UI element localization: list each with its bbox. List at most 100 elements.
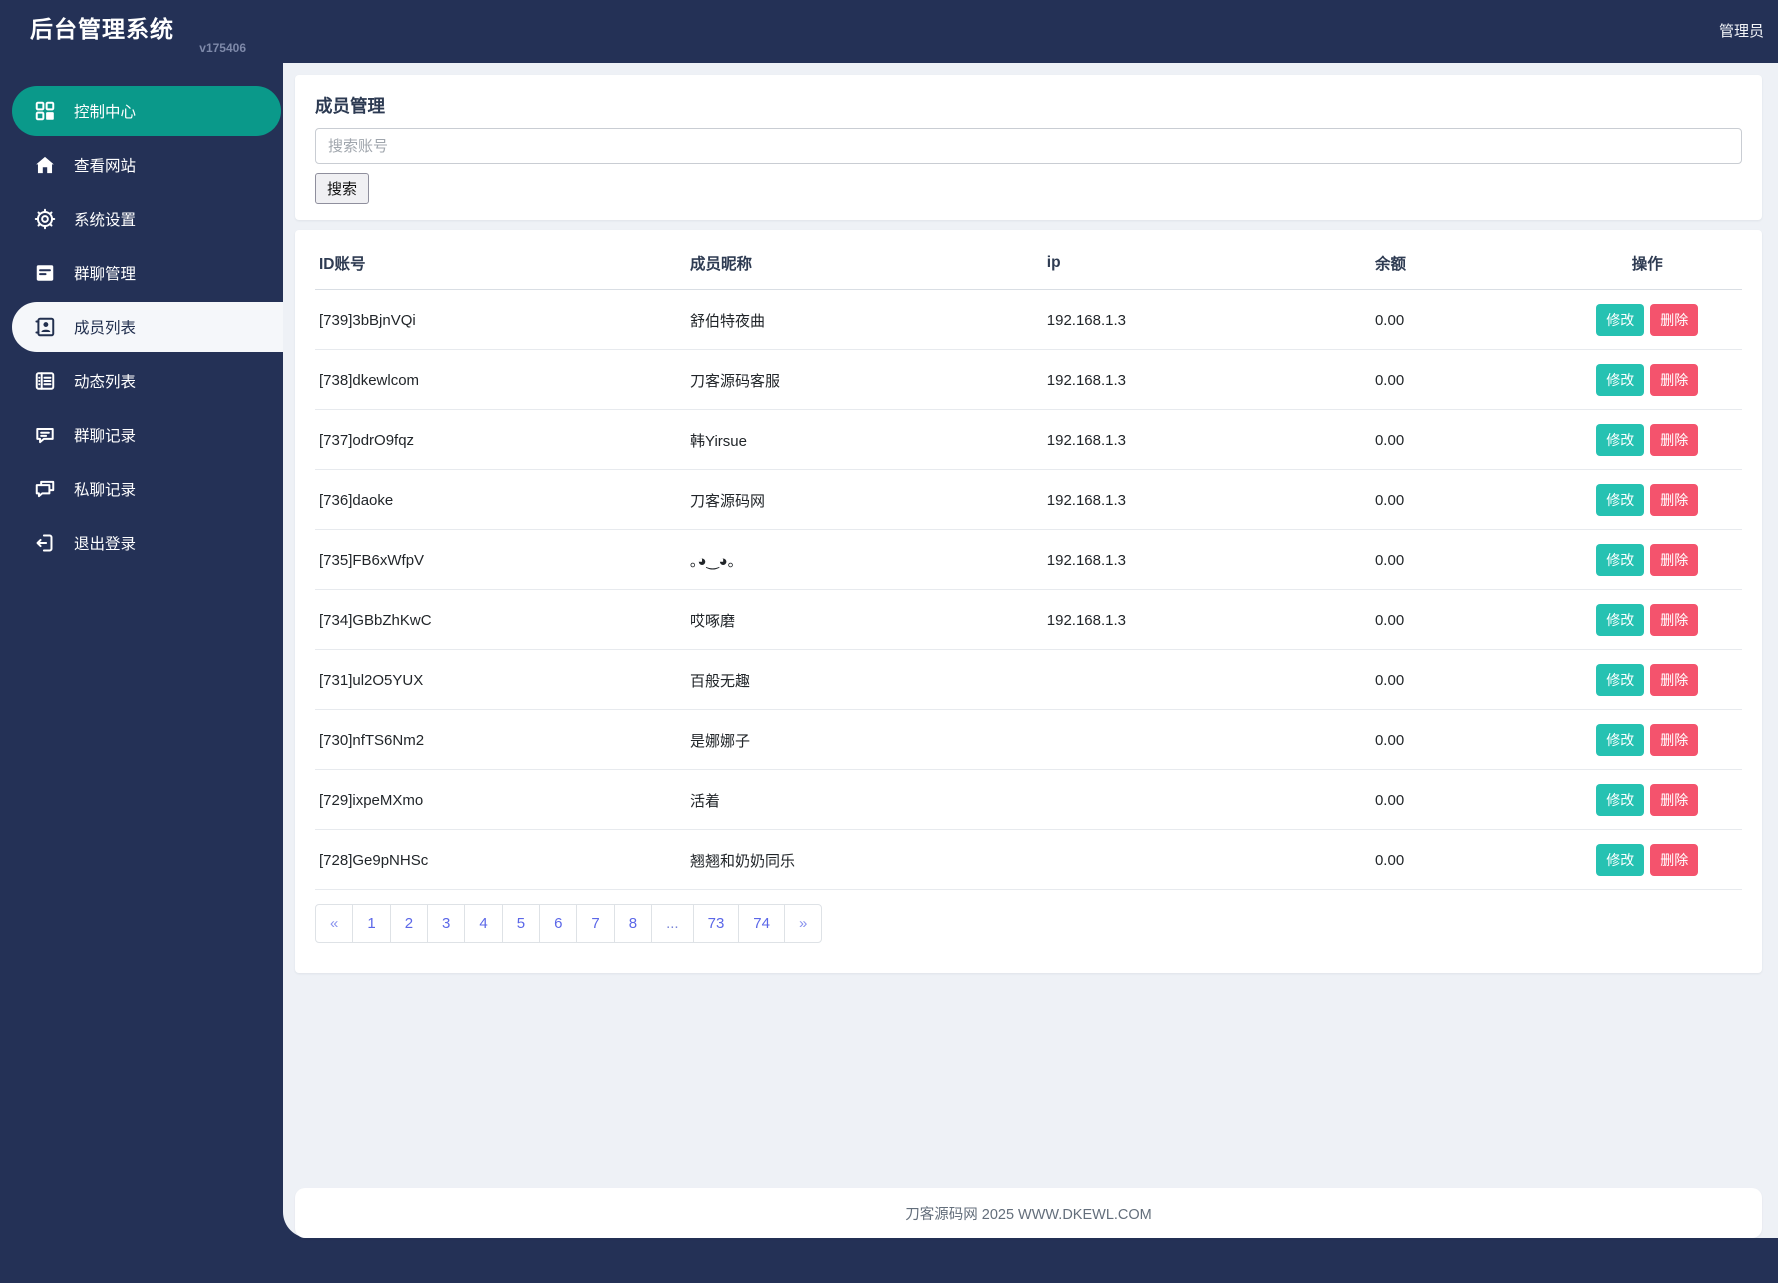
row-actions: 修改 删除 [1556,769,1742,830]
sidebar-item-gear[interactable]: 系统设置 [12,194,281,244]
member-id: [728]Ge9pNHSc [315,829,687,890]
member-nickname: 是娜娜子 [686,709,1043,770]
delete-button[interactable]: 删除 [1650,784,1699,816]
delete-button[interactable]: 删除 [1650,364,1699,396]
table-row: [739]3bBjnVQi 舒伯特夜曲 192.168.1.3 0.00 修改 删除 [315,289,1742,350]
app-title: 后台管理系统 [30,16,174,42]
app-version: v175406 [199,41,246,55]
member-ip [1042,649,1371,710]
main-content: 成员管理 搜索 ID账号 成员昵称 ip 余额 操作 [739]3bBjnVQi… [283,63,1778,1238]
sidebar-item-chat-double[interactable]: 私聊记录 [12,464,281,514]
sidebar-item-member-card[interactable]: 成员列表 [12,302,283,352]
member-nickname: 韩Yirsue [686,409,1043,470]
row-actions: 修改 删除 [1556,829,1742,890]
col-header-id: ID账号 [315,236,687,290]
edit-button[interactable]: 修改 [1596,484,1645,516]
member-ip: 192.168.1.3 [1042,589,1371,650]
page-link-5[interactable]: 5 [501,904,541,943]
member-ip [1042,829,1371,890]
sidebar-item-logout[interactable]: 退出登录 [12,518,281,568]
member-nickname: 活着 [686,769,1043,830]
row-actions: 修改 删除 [1556,349,1742,410]
sidebar-item-home[interactable]: 查看网站 [12,140,281,190]
sidebar-item-grid[interactable]: 控制中心 [12,86,281,136]
edit-button[interactable]: 修改 [1596,844,1645,876]
page-link-3[interactable]: 3 [427,904,466,943]
member-search-card: 成员管理 搜索 [295,75,1762,220]
member-balance: 0.00 [1370,649,1557,710]
member-nickname: 百般无趣 [686,649,1043,710]
sidebar-item-chat-lines[interactable]: 群聊记录 [12,410,281,460]
member-balance: 0.00 [1370,589,1557,650]
sidebar-item-label: 退出登录 [74,536,137,553]
member-balance: 0.00 [1370,709,1557,770]
page-next[interactable]: » [783,904,823,943]
pagination: «1 2 3 4 5 6 7 8... 73 74» [315,904,823,943]
row-actions: 修改 删除 [1556,709,1742,770]
member-nickname: ｡◕‿◕｡ [686,529,1043,590]
member-balance: 0.00 [1370,409,1557,470]
member-id: [734]GBbZhKwC [315,589,687,650]
page-prev[interactable]: « [315,904,354,943]
table-row: [729]ixpeMXmo 活着 0.00 修改 删除 [315,769,1742,830]
sidebar-item-list[interactable]: 动态列表 [12,356,281,406]
sidebar-item-label: 群聊管理 [74,266,137,283]
table-row: [736]daoke 刀客源码网 192.168.1.3 0.00 修改 删除 [315,469,1742,530]
delete-button[interactable]: 删除 [1650,424,1699,456]
member-balance: 0.00 [1370,289,1557,350]
member-ip: 192.168.1.3 [1042,409,1371,470]
member-id: [738]dkewlcom [315,349,687,410]
search-button[interactable]: 搜索 [315,173,370,204]
sidebar-item-label: 动态列表 [74,374,137,391]
delete-button[interactable]: 删除 [1650,544,1699,576]
table-row: [728]Ge9pNHSc 翘翘和奶奶同乐 0.00 修改 删除 [315,829,1742,890]
delete-button[interactable]: 删除 [1650,604,1699,636]
member-card-icon [34,316,56,338]
col-header-nickname: 成员昵称 [686,236,1043,290]
member-id: [739]3bBjnVQi [315,289,687,350]
logout-icon [34,532,56,554]
member-table-card: ID账号 成员昵称 ip 余额 操作 [739]3bBjnVQi 舒伯特夜曲 192… [295,230,1762,973]
member-nickname: 刀客源码客服 [686,349,1043,410]
delete-button[interactable]: 删除 [1650,724,1699,756]
edit-button[interactable]: 修改 [1596,664,1645,696]
footer-text: 刀客源码网 2025 WWW.DKEWL.COM [905,1206,1152,1223]
col-header-ip: ip [1042,236,1371,290]
member-nickname: 舒伯特夜曲 [686,289,1043,350]
current-user[interactable]: 管理员 [1719,20,1764,41]
delete-button[interactable]: 删除 [1650,844,1699,876]
member-id: [735]FB6xWfpV [315,529,687,590]
row-actions: 修改 删除 [1556,529,1742,590]
page-link-6[interactable]: 6 [539,904,578,943]
edit-button[interactable]: 修改 [1596,724,1645,756]
row-actions: 修改 删除 [1556,289,1742,350]
page-link-73[interactable]: 73 [692,904,740,943]
page-link-8[interactable]: 8 [613,904,653,943]
edit-button[interactable]: 修改 [1596,544,1645,576]
edit-button[interactable]: 修改 [1596,604,1645,636]
page-link-74[interactable]: 74 [738,904,785,943]
row-actions: 修改 删除 [1556,589,1742,650]
edit-button[interactable]: 修改 [1596,364,1645,396]
brand: 后台管理系统 v175406 [30,10,246,55]
member-balance: 0.00 [1370,469,1557,530]
top-bar: 后台管理系统 v175406 管理员 [0,0,1778,63]
table-row: [735]FB6xWfpV ｡◕‿◕｡ 192.168.1.3 0.00 修改 删除 [315,529,1742,590]
page-link-4[interactable]: 4 [464,904,503,943]
edit-button[interactable]: 修改 [1596,424,1645,456]
table-row: [734]GBbZhKwC 哎啄磨 192.168.1.3 0.00 修改 删除 [315,589,1742,650]
sidebar-item-document[interactable]: 群聊管理 [12,248,281,298]
edit-button[interactable]: 修改 [1596,784,1645,816]
delete-button[interactable]: 删除 [1650,304,1699,336]
member-balance: 0.00 [1370,349,1557,410]
member-ip: 192.168.1.3 [1042,289,1371,350]
edit-button[interactable]: 修改 [1596,304,1645,336]
delete-button[interactable]: 删除 [1650,664,1699,696]
page-link-7[interactable]: 7 [576,904,615,943]
delete-button[interactable]: 删除 [1650,484,1699,516]
page-link-1[interactable]: 1 [352,904,391,943]
row-actions: 修改 删除 [1556,469,1742,530]
member-id: [737]odrO9fqz [315,409,687,470]
search-input[interactable] [315,128,1742,164]
page-link-2[interactable]: 2 [389,904,429,943]
